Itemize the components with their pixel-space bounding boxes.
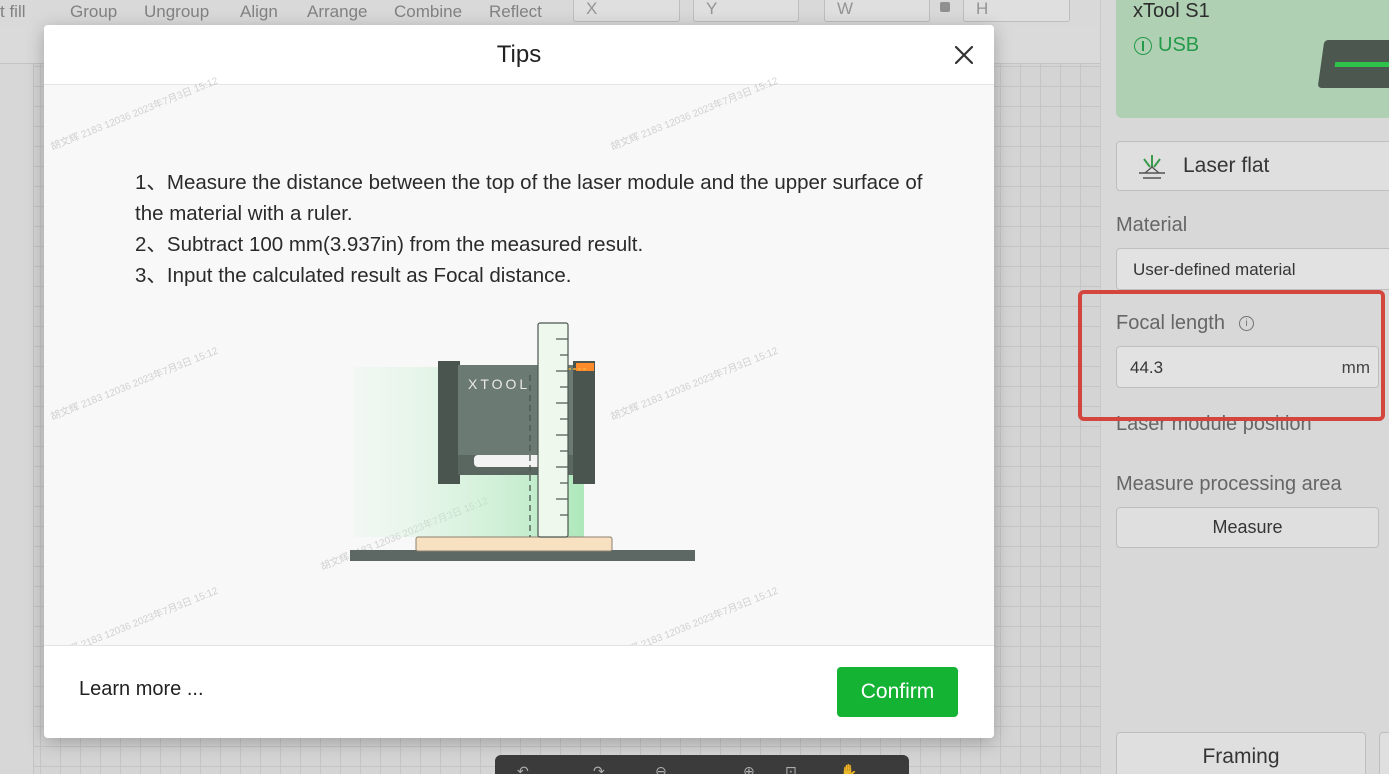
module-brand-text: XTOOL xyxy=(468,376,530,392)
focal-measure-illustration: XTOOL xyxy=(350,322,695,561)
dialog-footer: Learn more ... Confirm xyxy=(44,645,994,738)
dialog-title: Tips xyxy=(496,41,542,68)
watermark: 胡文辉 2183 12036 2023年7月3日 15:12 xyxy=(49,345,220,424)
watermark: 胡文辉 2183 12036 2023年7月3日 15:12 xyxy=(49,75,220,154)
instruction-step: 1、Measure the distance between the top o… xyxy=(135,171,923,225)
learn-more-link[interactable]: Learn more ... xyxy=(79,678,204,701)
dialog-header: Tips xyxy=(44,25,994,85)
watermark: 胡文辉 2183 12036 2023年7月3日 15:12 xyxy=(609,75,780,154)
instruction-step: 3、Input the calculated result as Focal d… xyxy=(135,264,572,287)
dialog-body: 胡文辉 2183 12036 2023年7月3日 15:12 胡文辉 2183 … xyxy=(44,76,994,663)
instruction-step: 2、Subtract 100 mm(3.937in) from the meas… xyxy=(135,233,644,256)
close-icon[interactable] xyxy=(949,40,979,70)
tips-dialog: Tips 胡文辉 2183 12036 2023年7月3日 15:12 胡文辉 … xyxy=(44,25,994,738)
confirm-button[interactable]: Confirm xyxy=(837,667,958,717)
instructions: 1、Measure the distance between the top o… xyxy=(135,167,925,291)
